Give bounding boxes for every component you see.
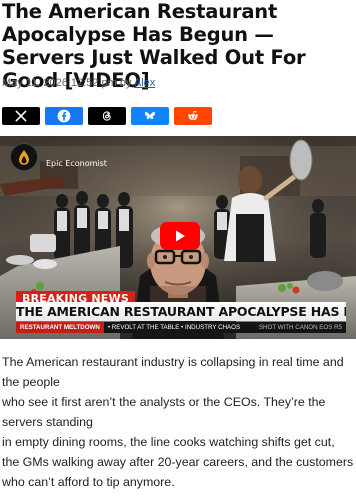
channel-logo-icon [10, 143, 38, 171]
publish-date: May 11, 2026 12:52 pm [2, 77, 117, 89]
share-bar [2, 107, 212, 125]
x-icon [15, 110, 27, 122]
body-line: the people [2, 375, 60, 389]
bluesky-icon [145, 111, 155, 120]
play-icon [176, 230, 185, 242]
share-bluesky-button[interactable] [131, 107, 169, 125]
body-line: The American restaurant industry is coll… [2, 355, 344, 369]
play-button[interactable] [160, 222, 200, 250]
body-line: servers standing [2, 415, 93, 429]
threads-icon [102, 111, 111, 121]
share-reddit-button[interactable] [174, 107, 212, 125]
by-label: by [119, 77, 132, 89]
news-banner: THE AMERICAN RESTAURANT APOCALYPSE HAS B… [16, 302, 346, 321]
body-line: who see it first aren’t the analysts or … [2, 395, 326, 409]
share-threads-button[interactable] [88, 107, 126, 125]
share-facebook-button[interactable] [45, 107, 83, 125]
reddit-icon [188, 110, 198, 121]
article-body: The American restaurant industry is coll… [2, 352, 356, 492]
video-player[interactable]: Epic Economist BREAKING NEWS THE AMERICA… [0, 136, 356, 339]
channel-name: Epic Economist [46, 158, 107, 168]
ticker-items: • REVOLT AT THE TABLE • INDUSTRY CHAOS [107, 324, 241, 331]
body-line: in empty dining rooms, the line cooks wa… [2, 435, 335, 449]
video-channel[interactable]: Epic Economist [10, 143, 107, 171]
body-line: the GMs walking away after 20-year caree… [2, 455, 354, 469]
author-link[interactable]: Alex [134, 77, 155, 89]
ticker-shot-credit: SHOT WITH CANON EOS R5 [258, 324, 342, 331]
body-line: who can’t afford to tip anymore. [2, 475, 175, 489]
share-x-button[interactable] [2, 107, 40, 125]
article-meta: May 11, 2026 12:52 pm by Alex [2, 77, 155, 89]
ticker-tag: RESTAURANT MELTDOWN [16, 322, 104, 333]
news-ticker: RESTAURANT MELTDOWN • REVOLT AT THE TABL… [16, 322, 346, 333]
facebook-icon [57, 109, 71, 123]
